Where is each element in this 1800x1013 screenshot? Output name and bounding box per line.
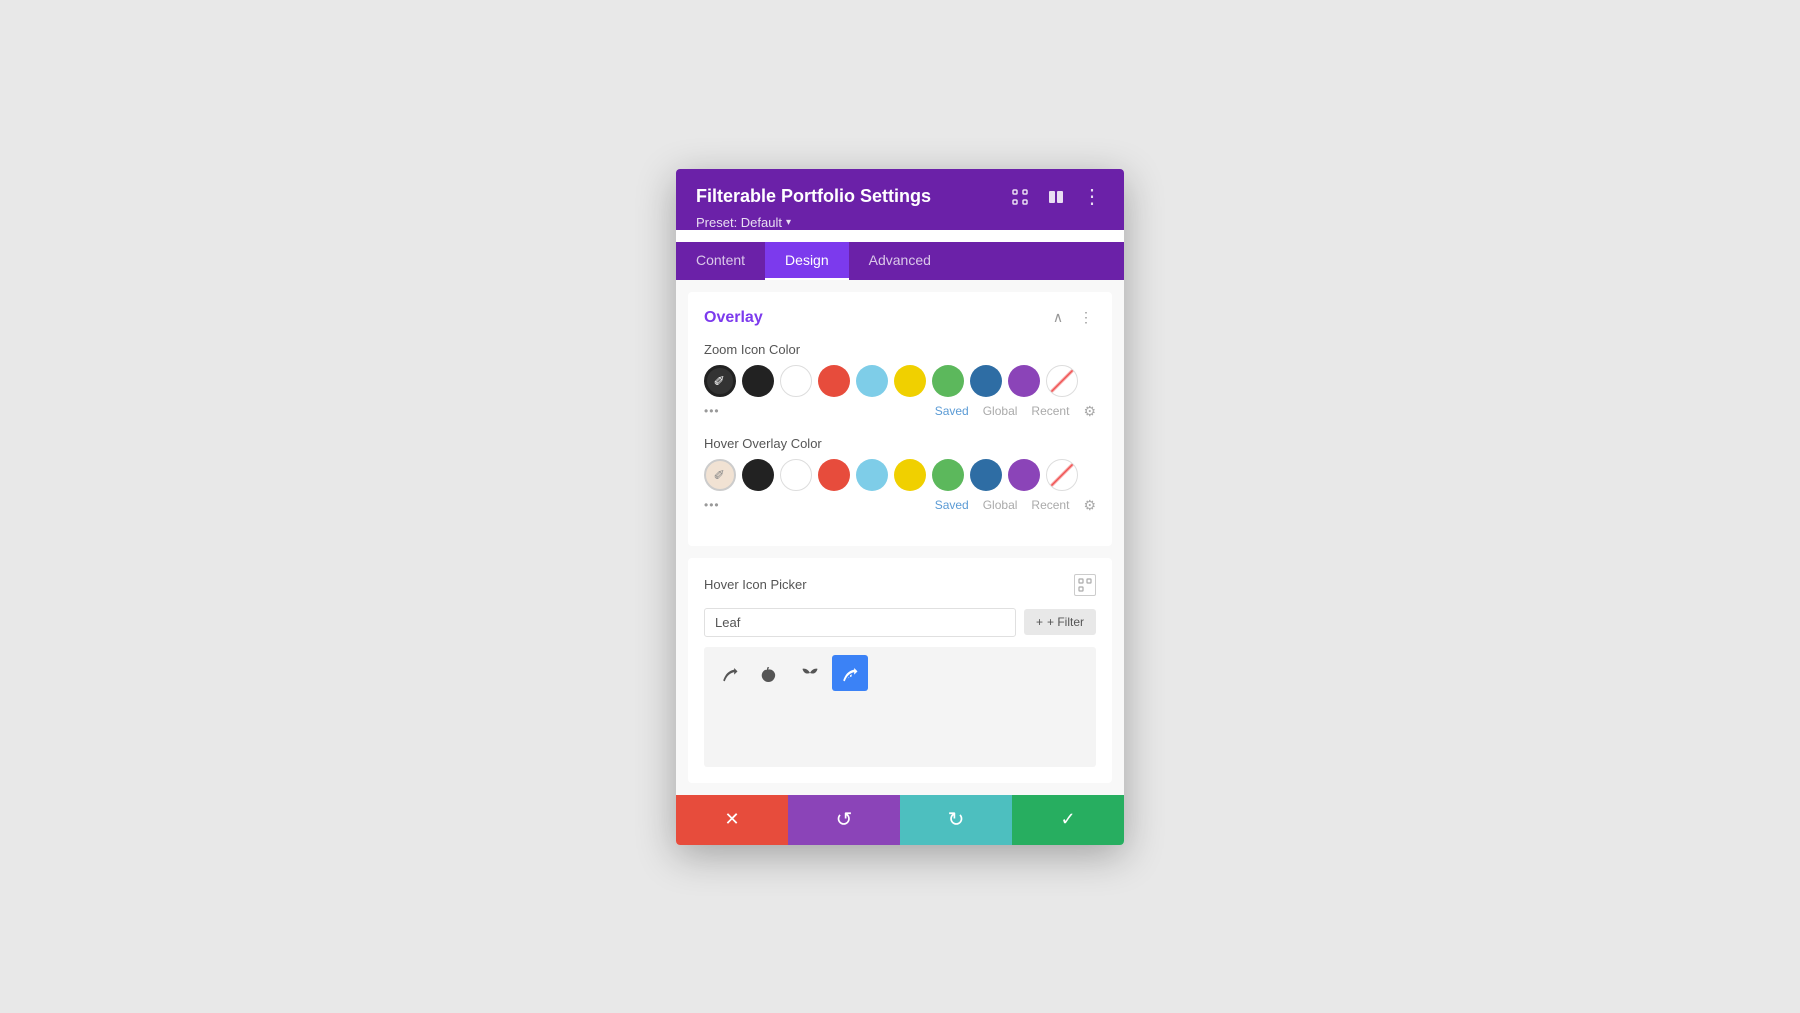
- zoom-color-footer: ••• Saved Global Recent ⚙: [704, 403, 1096, 420]
- hover-global-label[interactable]: Global: [983, 498, 1018, 512]
- collapse-icon[interactable]: ∧: [1048, 308, 1068, 328]
- hover-swatch-yellow[interactable]: [894, 459, 926, 491]
- hover-recent-label[interactable]: Recent: [1031, 498, 1069, 512]
- zoom-swatch-black[interactable]: [742, 365, 774, 397]
- zoom-dots: •••: [704, 404, 921, 418]
- section-more-icon[interactable]: ⋮: [1076, 308, 1096, 328]
- zoom-icon-color-swatches: ✏: [704, 365, 1096, 397]
- hover-swatch-cyan[interactable]: [856, 459, 888, 491]
- hover-overlay-color-swatches: ✏: [704, 459, 1096, 491]
- icon-grid: [704, 647, 1096, 767]
- pencil-icon: ✏: [710, 370, 730, 390]
- section-header: Overlay ∧ ⋮: [704, 308, 1096, 328]
- filter-label: + Filter: [1047, 615, 1084, 629]
- reset-icon: ↺: [836, 807, 853, 832]
- hover-gear-icon[interactable]: ⚙: [1083, 497, 1096, 514]
- header-icons: ⋮: [1008, 185, 1104, 209]
- save-icon: ✓: [1060, 809, 1075, 830]
- zoom-swatch-purple[interactable]: [1008, 365, 1040, 397]
- more-options-icon[interactable]: ⋮: [1080, 185, 1104, 209]
- save-button[interactable]: ✓: [1012, 795, 1124, 845]
- header-top: Filterable Portfolio Settings: [696, 185, 1104, 209]
- overlay-section: Overlay ∧ ⋮ Zoom Icon Color ✏: [688, 292, 1112, 546]
- icon-search-row: + + Filter: [704, 608, 1096, 637]
- zoom-global-label[interactable]: Global: [983, 404, 1018, 418]
- hover-dots: •••: [704, 498, 921, 512]
- hover-more-dots[interactable]: •••: [704, 498, 720, 512]
- redo-button[interactable]: ↻: [900, 795, 1012, 845]
- icon-leaf4[interactable]: [832, 655, 868, 691]
- preset-label: Preset: Default: [696, 215, 782, 230]
- tab-content[interactable]: Content: [676, 242, 765, 280]
- icon-picker-header: Hover Icon Picker: [704, 574, 1096, 596]
- section-title: Overlay: [704, 309, 763, 327]
- zoom-saved-label[interactable]: Saved: [935, 404, 969, 418]
- zoom-swatch-green[interactable]: [932, 365, 964, 397]
- hover-overlay-color-field: Hover Overlay Color ✏: [704, 436, 1096, 514]
- settings-modal: Filterable Portfolio Settings: [676, 169, 1124, 845]
- zoom-icon-color-field: Zoom Icon Color ✏: [704, 342, 1096, 420]
- icon-leaf3[interactable]: [792, 655, 828, 691]
- preset-caret-icon: ▾: [786, 217, 791, 228]
- tab-design[interactable]: Design: [765, 242, 849, 280]
- zoom-pencil-swatch[interactable]: ✏: [704, 365, 736, 397]
- modal-footer: ✕ ↺ ↻ ✓: [676, 795, 1124, 845]
- hover-saved-label[interactable]: Saved: [935, 498, 969, 512]
- hover-pencil-swatch[interactable]: ✏: [704, 459, 736, 491]
- icon-leaf2[interactable]: [752, 655, 788, 691]
- modal-body: Overlay ∧ ⋮ Zoom Icon Color ✏: [676, 280, 1124, 795]
- hover-swatch-purple[interactable]: [1008, 459, 1040, 491]
- zoom-gear-icon[interactable]: ⚙: [1083, 403, 1096, 420]
- modal-title: Filterable Portfolio Settings: [696, 186, 931, 207]
- hover-swatch-blue[interactable]: [970, 459, 1002, 491]
- columns-icon[interactable]: [1044, 185, 1068, 209]
- icon-leaf1[interactable]: [712, 655, 748, 691]
- hover-swatch-none[interactable]: [1046, 459, 1078, 491]
- hover-color-footer: ••• Saved Global Recent ⚙: [704, 497, 1096, 514]
- zoom-swatch-cyan[interactable]: [856, 365, 888, 397]
- icon-search-input[interactable]: [704, 608, 1016, 637]
- preset-row[interactable]: Preset: Default ▾: [696, 215, 1104, 230]
- hover-swatch-green[interactable]: [932, 459, 964, 491]
- hover-icon-picker-section: Hover Icon Picker + + Filter: [688, 558, 1112, 783]
- icon-picker-label: Hover Icon Picker: [704, 577, 807, 592]
- modal-header: Filterable Portfolio Settings: [676, 169, 1124, 230]
- zoom-icon-color-label: Zoom Icon Color: [704, 342, 1096, 357]
- hover-overlay-color-label: Hover Overlay Color: [704, 436, 1096, 451]
- section-controls: ∧ ⋮: [1048, 308, 1096, 328]
- filter-button[interactable]: + + Filter: [1024, 609, 1096, 635]
- filter-plus-icon: +: [1036, 615, 1043, 629]
- zoom-recent-label[interactable]: Recent: [1031, 404, 1069, 418]
- redo-icon: ↻: [948, 807, 965, 832]
- zoom-swatch-none[interactable]: [1046, 365, 1078, 397]
- icon-picker-expand-btn[interactable]: [1074, 574, 1096, 596]
- cancel-button[interactable]: ✕: [676, 795, 788, 845]
- pencil-light-icon: ✏: [710, 464, 730, 484]
- zoom-swatch-yellow[interactable]: [894, 365, 926, 397]
- target-icon[interactable]: [1008, 185, 1032, 209]
- zoom-swatch-white[interactable]: [780, 365, 812, 397]
- hover-swatch-white[interactable]: [780, 459, 812, 491]
- hover-swatch-black[interactable]: [742, 459, 774, 491]
- cancel-icon: ✕: [724, 809, 739, 830]
- reset-button[interactable]: ↺: [788, 795, 900, 845]
- zoom-swatch-red[interactable]: [818, 365, 850, 397]
- hover-swatch-red[interactable]: [818, 459, 850, 491]
- tab-advanced[interactable]: Advanced: [849, 242, 951, 280]
- zoom-more-dots[interactable]: •••: [704, 404, 720, 418]
- tab-bar: Content Design Advanced: [676, 242, 1124, 280]
- zoom-swatch-blue[interactable]: [970, 365, 1002, 397]
